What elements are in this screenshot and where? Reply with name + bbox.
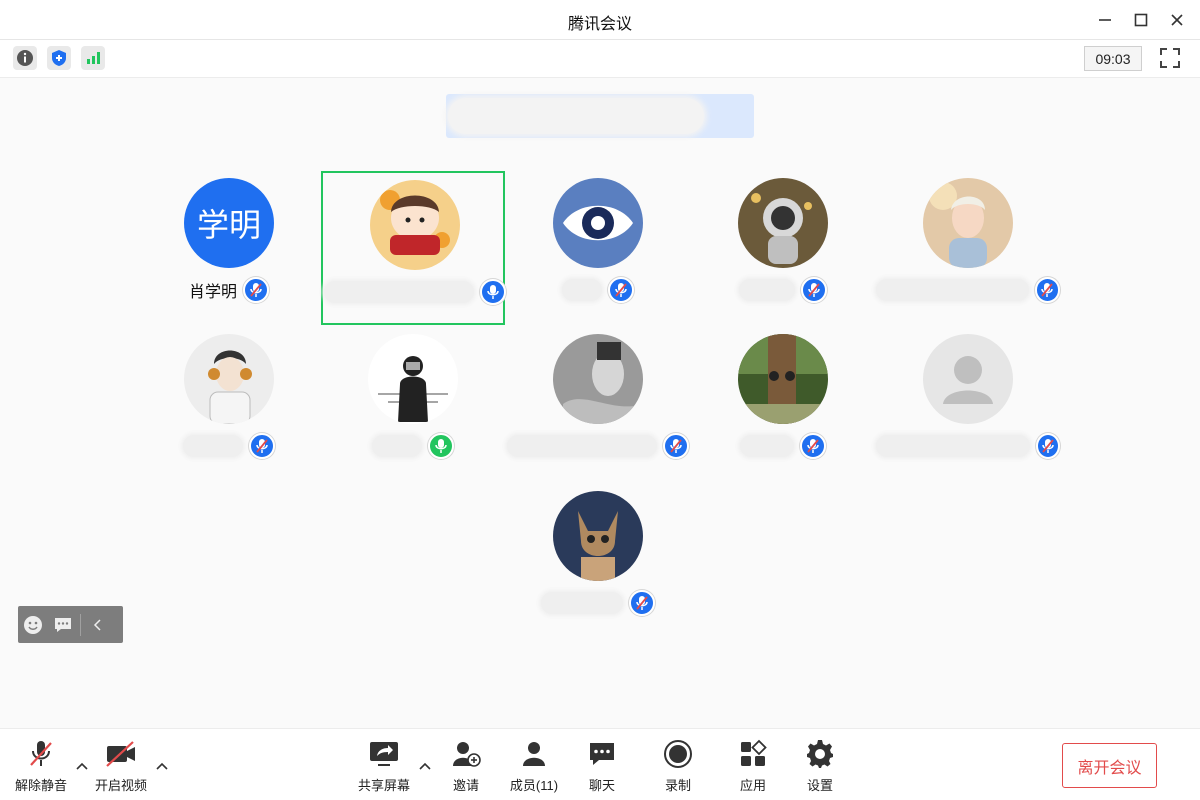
meeting-timer: 09:03 <box>1084 46 1142 71</box>
mic-muted-icon <box>1036 433 1060 459</box>
meeting-topic-banner <box>446 94 754 138</box>
record-label: 录制 <box>664 778 691 793</box>
add-user-icon <box>449 739 483 769</box>
members-button[interactable]: 成员(11) <box>499 739 569 794</box>
avatar <box>923 178 1013 268</box>
participant-name <box>324 281 474 303</box>
mic-muted-icon <box>801 277 827 303</box>
participant-tile[interactable] <box>506 171 690 325</box>
avatar <box>553 178 643 268</box>
mic-muted-icon <box>249 433 275 459</box>
gear-icon <box>803 739 837 769</box>
settings-label: 设置 <box>806 778 833 793</box>
start-video-label: 开启视频 <box>94 778 147 793</box>
participant-tile[interactable] <box>691 171 875 325</box>
share-screen-button[interactable]: 共享屏幕 <box>349 739 419 794</box>
mic-on-icon <box>428 433 454 459</box>
participant-name <box>183 435 243 457</box>
avatar <box>368 334 458 424</box>
record-button[interactable]: 录制 <box>643 739 713 794</box>
participant-tile[interactable] <box>506 484 690 638</box>
participant-name <box>876 279 1029 301</box>
minimize-icon[interactable] <box>1093 8 1117 32</box>
share-screen-label: 共享屏幕 <box>357 778 410 793</box>
leave-meeting-button[interactable]: 离开会议 <box>1062 743 1157 788</box>
avatar <box>553 334 643 424</box>
participant-name <box>562 279 602 301</box>
signal-icon[interactable] <box>81 46 105 70</box>
apps-icon <box>736 739 770 769</box>
reaction-bar <box>18 606 123 643</box>
mic-on-icon <box>480 279 506 305</box>
bullet-comment-icon[interactable] <box>48 606 78 643</box>
info-icon[interactable] <box>13 46 37 70</box>
participant-tile[interactable] <box>321 171 506 325</box>
members-icon <box>517 739 551 769</box>
mic-muted-icon <box>1034 277 1060 303</box>
avatar <box>370 180 460 270</box>
invite-button[interactable]: 邀请 <box>431 739 501 794</box>
mic-muted-icon <box>608 277 634 303</box>
participant-name <box>740 435 794 457</box>
participant-tile[interactable] <box>691 327 875 481</box>
participant-name <box>739 279 795 301</box>
mic-muted-icon <box>629 590 655 616</box>
camera-off-icon <box>104 739 138 769</box>
start-video-button[interactable]: 开启视频 <box>86 739 156 794</box>
avatar <box>553 491 643 581</box>
apps-label: 应用 <box>739 778 766 793</box>
participant-tile[interactable] <box>876 327 1060 481</box>
mic-muted-icon <box>663 433 689 459</box>
participant-tile[interactable] <box>137 327 321 481</box>
avatar: 学明 <box>184 178 274 268</box>
avatar <box>184 334 274 424</box>
participant-tile[interactable] <box>506 327 690 481</box>
apps-button[interactable]: 应用 <box>718 739 788 794</box>
mic-muted-icon <box>800 433 826 459</box>
participant-tile[interactable] <box>321 327 505 481</box>
settings-button[interactable]: 设置 <box>785 739 855 794</box>
participant-tile[interactable]: 学明 肖学明 <box>137 171 321 325</box>
chat-button[interactable]: 聊天 <box>567 739 637 794</box>
participant-name <box>507 435 657 457</box>
record-icon <box>661 739 695 769</box>
divider <box>80 613 81 636</box>
chat-icon <box>585 739 619 769</box>
share-screen-icon <box>367 739 401 769</box>
chevron-up-icon[interactable] <box>155 759 169 773</box>
title-bar: 腾讯会议 <box>0 0 1200 40</box>
window-title: 腾讯会议 <box>567 16 632 33</box>
participant-name: 肖学明 <box>188 284 237 301</box>
chevron-up-icon[interactable] <box>418 759 432 773</box>
participant-name <box>372 435 422 457</box>
fullscreen-icon[interactable] <box>1158 46 1182 70</box>
shield-icon[interactable] <box>47 46 71 70</box>
collapse-icon[interactable] <box>83 606 113 643</box>
participant-tile[interactable] <box>876 171 1060 325</box>
unmute-label: 解除静音 <box>14 778 67 793</box>
topic-obscured <box>448 98 704 134</box>
chat-label: 聊天 <box>588 778 615 793</box>
participant-name <box>876 435 1031 457</box>
avatar <box>738 334 828 424</box>
participant-name <box>541 592 623 614</box>
maximize-icon[interactable] <box>1129 8 1153 32</box>
close-icon[interactable] <box>1165 8 1189 32</box>
avatar <box>738 178 828 268</box>
invite-label: 邀请 <box>452 778 479 793</box>
bottom-toolbar: 解除静音 开启视频 共享屏幕 邀请 成员(11) 聊天 录制 应用 设置 <box>0 728 1200 800</box>
members-label: 成员(11) <box>509 778 559 793</box>
status-bar: 09:03 <box>0 40 1200 78</box>
unmute-button[interactable]: 解除静音 <box>6 739 76 794</box>
emoji-icon[interactable] <box>18 606 48 643</box>
avatar <box>923 334 1013 424</box>
mic-muted-icon <box>24 739 58 769</box>
mic-muted-icon <box>243 277 269 303</box>
